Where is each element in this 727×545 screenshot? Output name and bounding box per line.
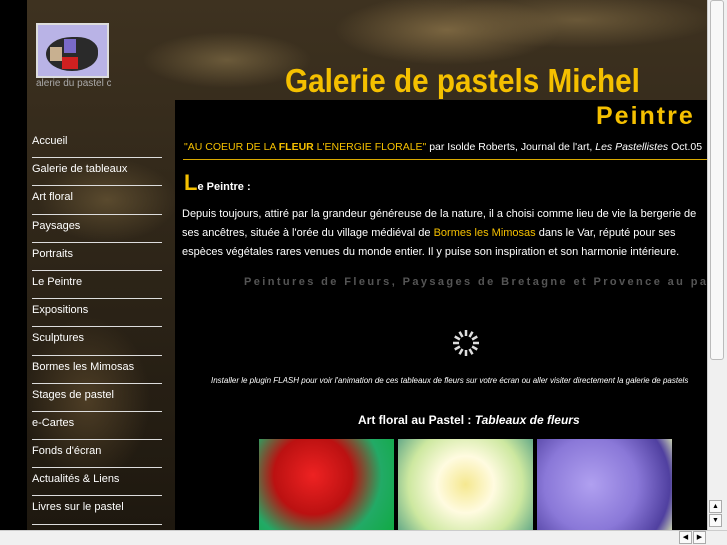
logo-caption: alerie du pastel c [36, 78, 111, 89]
left-strip [0, 0, 27, 530]
painting-thumbnail[interactable] [259, 439, 394, 530]
art-floral-heading: Art floral au Pastel : Tableaux de fleur… [358, 413, 580, 427]
section-initial: L [184, 170, 198, 195]
sidebar-item[interactable]: Sculptures [32, 327, 162, 356]
sidebar-item[interactable]: Le Peintre [32, 271, 162, 300]
section-heading: Le Peintre : [184, 170, 251, 196]
sidebar-item[interactable]: Galerie de tableaux [32, 158, 162, 187]
divider [183, 159, 707, 160]
quote-journal: Les Pastellistes [595, 141, 669, 153]
sidebar-item[interactable]: Art floral [32, 186, 162, 215]
quote-part1: "AU COEUR DE LA [184, 141, 279, 153]
sidebar-item[interactable]: Stages de pastel [32, 384, 162, 412]
spinner-tick [458, 348, 464, 355]
art-floral-italic: Tableaux de fleurs [474, 413, 580, 427]
flash-notice: Installer le plugin FLASH pour voir l'an… [211, 376, 689, 385]
tagline: Peintures de Fleurs, Paysages de Bretagn… [244, 276, 707, 288]
intro-paragraph: Depuis toujours, attiré par la grandeur … [182, 205, 707, 262]
spinner-tick [471, 345, 478, 351]
painting-thumbnail[interactable] [537, 439, 672, 530]
press-quote: "AU COEUR DE LA FLEUR L'ENERGIE FLORALE"… [184, 141, 702, 153]
scroll-down-arrow-icon[interactable]: ▼ [709, 514, 722, 527]
section-rest: e Peintre : [197, 181, 251, 193]
horizontal-scrollbar[interactable] [0, 530, 727, 545]
spinner-tick [471, 335, 478, 341]
sidebar-item[interactable]: Expositions [32, 299, 162, 328]
quote-date: Oct.05 [668, 141, 703, 153]
quote-part2: L'ENERGIE FLORALE" [313, 141, 427, 153]
quote-by: par Isolde Roberts, Journal de l'art, [426, 141, 596, 153]
quote-bold: FLEUR [278, 141, 314, 153]
sidebar-menu: Accueil Galerie de tableaux Art floral Pays… [32, 130, 162, 525]
sidebar-item[interactable]: Portraits [32, 243, 162, 271]
sidebar-item[interactable]: Paysages [32, 215, 162, 243]
sidebar-item[interactable]: e-Cartes [32, 412, 162, 441]
art-floral-label: Art floral au Pastel : [358, 413, 475, 427]
sidebar-item[interactable]: Accueil [32, 130, 162, 159]
spinner-tick [454, 335, 461, 341]
scroll-left-arrow-icon[interactable]: ◀ [679, 531, 692, 544]
sidebar-item[interactable]: Actualités & Liens [32, 468, 162, 497]
bormes-link[interactable]: Bormes les Mimosas [434, 227, 536, 239]
site-subtitle: Peintre [596, 102, 695, 130]
sidebar-item[interactable]: Livres sur le pastel [32, 496, 162, 525]
sidebar-item[interactable]: Fonds d'écran [32, 440, 162, 469]
sidebar-item[interactable]: Bormes les Mimosas [32, 356, 162, 384]
spinner-tick [458, 331, 464, 338]
loading-spinner-icon [453, 330, 479, 356]
spinner-tick [468, 348, 474, 355]
page-viewport: alerie du pastel c Accueil Galerie de tab… [0, 0, 707, 530]
spinner-tick [468, 331, 474, 338]
spinner-tick [454, 345, 461, 351]
scroll-right-arrow-icon[interactable]: ▶ [693, 531, 706, 544]
painting-thumbnail[interactable] [398, 439, 533, 530]
vertical-scroll-thumb[interactable] [710, 0, 724, 360]
site-title: Galerie de pastels Michel [285, 62, 640, 99]
logo[interactable] [36, 23, 109, 78]
scroll-up-arrow-icon[interactable]: ▲ [709, 500, 722, 513]
